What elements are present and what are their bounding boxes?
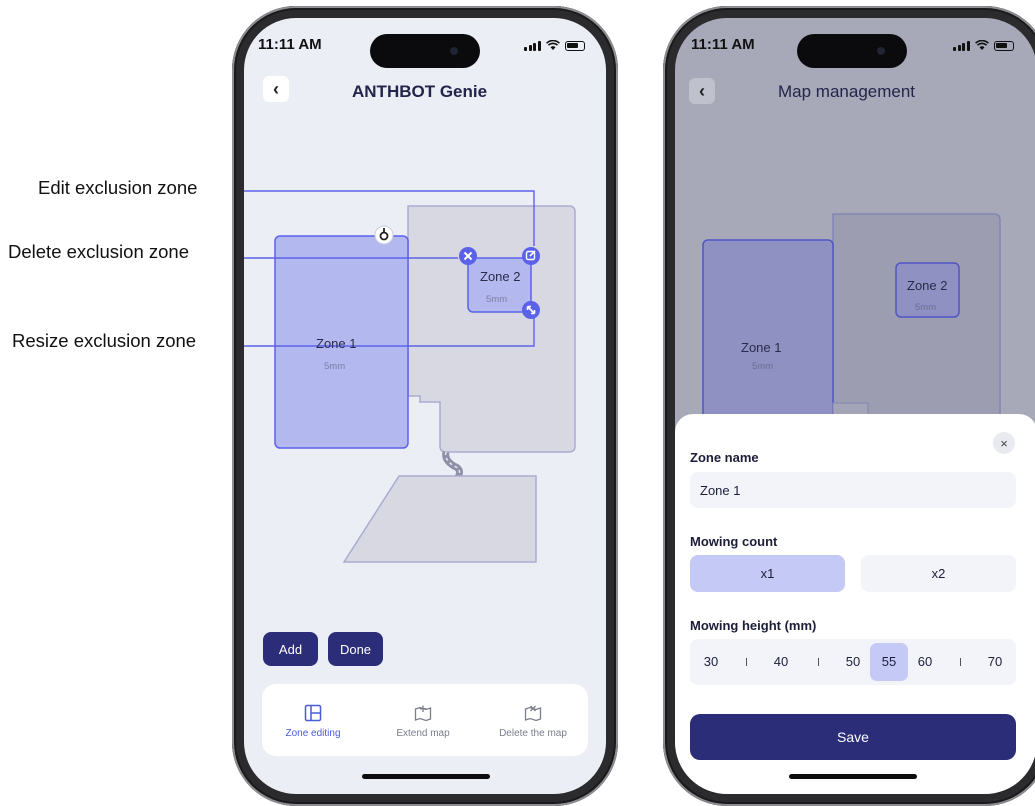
annotation-delete: Delete exclusion zone — [8, 241, 189, 262]
zone-1-name: Zone 1 — [741, 340, 782, 355]
tab-zone-editing[interactable]: Zone editing — [278, 704, 348, 739]
zone-2-name: Zone 2 — [480, 269, 521, 284]
delete-zone-icon[interactable] — [459, 247, 477, 265]
zone-2-name: Zone 2 — [907, 278, 948, 293]
height-value[interactable]: 60 — [910, 654, 940, 669]
zone-name-input[interactable]: Zone 1 — [690, 472, 1016, 508]
zone-1-name: Zone 1 — [316, 336, 357, 351]
zone-name-label: Zone name — [690, 450, 759, 465]
tab-zone-editing-label: Zone editing — [285, 728, 341, 739]
zone-1-height: 5mm — [324, 361, 346, 372]
home-indicator — [362, 774, 490, 779]
add-button[interactable]: Add — [263, 632, 318, 666]
map-x-icon — [524, 705, 542, 722]
height-value-selected[interactable]: 55 — [870, 643, 908, 681]
bottom-tab-bar: Zone editing Extend map Delete the map — [262, 684, 588, 756]
height-slider[interactable]: 30 40 50 55 60 70 — [690, 639, 1016, 685]
layout-grid-icon — [304, 704, 322, 722]
save-button[interactable]: Save — [690, 714, 1016, 760]
tab-extend-map-label: Extend map — [396, 728, 450, 739]
annotation-edit: Edit exclusion zone — [38, 177, 198, 198]
zone-2-height: 5mm — [486, 294, 508, 305]
height-value[interactable]: 50 — [838, 654, 868, 669]
height-value[interactable]: 30 — [696, 654, 726, 669]
map-area-main — [407, 205, 576, 453]
map-area-secondary — [342, 475, 537, 563]
height-value[interactable]: 40 — [766, 654, 796, 669]
tab-extend-map[interactable]: Extend map — [388, 704, 458, 739]
right-phone: 11:11 AM ‹ Map management Zone 1 5mm Zon… — [663, 6, 1035, 806]
home-indicator — [789, 774, 917, 779]
mowing-height-label: Mowing height (mm) — [690, 618, 817, 633]
annotation-resize: Resize exclusion zone — [12, 330, 197, 351]
map-plus-icon — [414, 705, 432, 722]
zone-2-height: 5mm — [915, 302, 937, 313]
height-value[interactable]: 70 — [980, 654, 1010, 669]
map-canvas — [244, 190, 576, 563]
done-button[interactable]: Done — [328, 632, 383, 666]
tab-delete-map-label: Delete the map — [499, 728, 567, 739]
resize-zone-icon[interactable] — [522, 301, 540, 319]
tab-delete-map[interactable]: Delete the map — [488, 704, 578, 739]
left-phone: 11:11 AM ‹ ANTHBOT Genie Zone 1 5mm Zone… — [232, 6, 618, 806]
robot-marker-icon — [374, 225, 394, 245]
left-screen: 11:11 AM ‹ ANTHBOT Genie Zone 1 5mm Zone… — [244, 18, 606, 794]
edit-zone-icon[interactable] — [522, 247, 540, 265]
mowing-count-label: Mowing count — [690, 534, 778, 549]
zone-settings-sheet: × Zone name Zone 1 Mowing count x1 x2 Mo… — [675, 414, 1035, 794]
right-screen: 11:11 AM ‹ Map management Zone 1 5mm Zon… — [675, 18, 1035, 794]
close-icon[interactable]: × — [993, 432, 1015, 454]
zone-1-height: 5mm — [752, 361, 774, 372]
count-option-x2[interactable]: x2 — [861, 555, 1016, 592]
count-option-x1[interactable]: x1 — [690, 555, 845, 592]
